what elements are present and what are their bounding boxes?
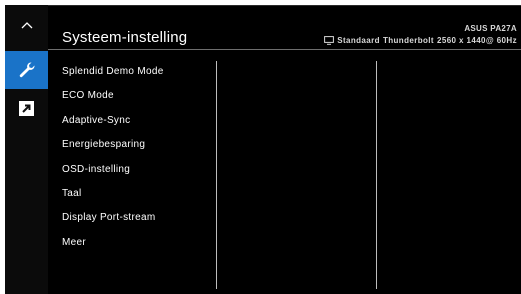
shortcut-arrow-icon [19, 100, 34, 116]
wrench-icon [19, 62, 35, 78]
menu-item-more[interactable]: Meer [62, 236, 164, 260]
menu-item-displayport-stream[interactable]: Display Port-stream [62, 211, 164, 235]
osd-menu: Systeem-instelling ASUS PA27A Standaard … [5, 5, 521, 294]
sidebar-item-shortcut[interactable] [5, 90, 48, 126]
page-title: Systeem-instelling [62, 29, 188, 46]
resolution-label: 2560 x 1440@ 60Hz [437, 36, 517, 45]
header-divider [48, 49, 521, 50]
status-line: Standaard Thunderbolt 2560 x 1440@ 60Hz [324, 36, 517, 45]
monitor-icon [324, 36, 335, 45]
model-name: ASUS PA27A [464, 24, 517, 33]
column-divider-2 [376, 61, 377, 289]
category-sidebar [5, 5, 48, 294]
menu-list: Splendid Demo Mode ECO Mode Adaptive-Syn… [62, 65, 164, 260]
sidebar-item-system-setup[interactable] [5, 51, 48, 89]
menu-item-language[interactable]: Taal [62, 187, 164, 211]
nav-up-button[interactable] [5, 5, 48, 45]
menu-item-osd-setup[interactable]: OSD-instelling [62, 163, 164, 187]
top-border [48, 5, 521, 6]
column-divider-1 [216, 61, 217, 289]
menu-item-adaptive-sync[interactable]: Adaptive-Sync [62, 114, 164, 138]
input-source-label: Thunderbolt [382, 36, 434, 45]
chevron-up-icon [21, 22, 32, 29]
menu-item-power-saving[interactable]: Energiebesparing [62, 138, 164, 162]
menu-item-splendid-demo-mode[interactable]: Splendid Demo Mode [62, 65, 164, 89]
color-mode-label: Standaard [337, 36, 380, 45]
menu-item-eco-mode[interactable]: ECO Mode [62, 89, 164, 113]
